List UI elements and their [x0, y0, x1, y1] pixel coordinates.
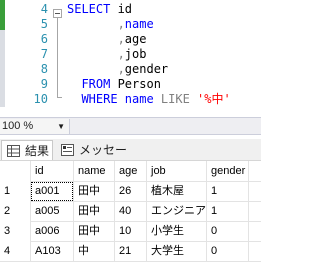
code-token: , — [67, 47, 125, 61]
grid-line — [248, 161, 249, 261]
code-token: , — [67, 32, 125, 46]
code-token: LIKE — [160, 92, 198, 106]
column-header-gender[interactable]: gender — [207, 161, 248, 181]
table-cell[interactable]: 植木屋 — [147, 181, 206, 201]
results-grid[interactable]: id name age job gender 1 a001 田中 26 植木屋 … — [0, 161, 261, 267]
row-number[interactable]: 1 — [0, 181, 30, 201]
code-token: , — [67, 17, 125, 31]
table-cell[interactable]: 10 — [115, 221, 146, 241]
line-number: 10 — [33, 92, 48, 106]
table-cell[interactable]: 田中 — [74, 201, 114, 221]
code-token: name — [124, 92, 161, 106]
code-token: , — [67, 62, 125, 76]
code-token: gender — [124, 62, 169, 76]
table-cell[interactable]: 中 — [74, 241, 114, 261]
fold-guide — [57, 18, 58, 98]
code-token: WHERE — [67, 92, 125, 106]
table-cell[interactable]: 26 — [115, 181, 146, 201]
code-line[interactable]: ,age — [67, 32, 147, 46]
selected-cell-outline — [31, 182, 73, 201]
table-cell[interactable]: 田中 — [74, 181, 114, 201]
line-number: 6 — [40, 32, 48, 46]
column-header-job[interactable]: job — [147, 161, 206, 181]
tab-results-label: 結果 — [25, 144, 50, 158]
line-number: 9 — [40, 77, 48, 91]
code-token: SELECT — [67, 2, 118, 16]
table-cell[interactable]: 田中 — [74, 221, 114, 241]
fold-guide-end — [57, 97, 62, 98]
code-line[interactable]: ,name — [67, 17, 154, 31]
row-number[interactable]: 4 — [0, 241, 30, 261]
collapse-icon[interactable] — [53, 9, 62, 18]
code-line[interactable]: FROM Person — [67, 77, 161, 91]
table-cell[interactable]: 40 — [115, 201, 146, 221]
editor-status-bar: 100 % ▼ — [0, 117, 261, 135]
table-cell[interactable]: 0 — [207, 221, 248, 241]
tab-messages[interactable]: メッセージ — [56, 140, 138, 177]
zoom-dropdown[interactable]: 100 % ▼ — [0, 119, 70, 134]
sql-editor[interactable]: 4 5 6 7 8 9 10 SELECT id ,name ,age ,job… — [0, 0, 261, 107]
grid-icon — [7, 145, 20, 157]
row-number[interactable]: 2 — [0, 201, 30, 221]
code-token: name — [124, 17, 154, 31]
table-cell[interactable]: 21 — [115, 241, 146, 261]
table-cell[interactable]: 小学生 — [147, 221, 206, 241]
line-number: 8 — [40, 62, 48, 76]
column-header-name[interactable]: name — [74, 161, 114, 181]
table-cell[interactable]: a006 — [31, 221, 73, 241]
table-cell[interactable]: a005 — [31, 201, 73, 221]
grid-line — [0, 261, 261, 262]
message-icon — [61, 144, 74, 156]
table-cell[interactable]: 1 — [207, 181, 248, 201]
code-token: '%中' — [197, 92, 231, 106]
code-token: FROM — [67, 77, 118, 91]
line-number: 7 — [40, 47, 48, 61]
table-cell[interactable]: 大学生 — [147, 241, 206, 261]
row-number[interactable]: 3 — [0, 221, 30, 241]
zoom-value: 100 % — [2, 120, 34, 132]
code-line[interactable]: SELECT id — [67, 2, 132, 16]
chevron-down-icon: ▼ — [57, 122, 65, 131]
table-cell[interactable]: エンジニア — [147, 201, 206, 221]
code-token: age — [124, 32, 147, 46]
results-tab-strip: 結果 メッセージ — [0, 139, 261, 177]
line-number: 5 — [40, 17, 48, 31]
column-header-age[interactable]: age — [115, 161, 146, 181]
code-token: Person — [117, 77, 161, 91]
column-header-id[interactable]: id — [31, 161, 73, 181]
code-line[interactable]: WHERE name LIKE '%中' — [67, 92, 231, 106]
line-number: 4 — [40, 2, 48, 16]
code-line[interactable]: ,job — [67, 47, 147, 61]
code-line[interactable]: ,gender — [67, 62, 169, 76]
table-cell[interactable]: 1 — [207, 201, 248, 221]
code-token: job — [124, 47, 147, 61]
table-cell[interactable]: A103 — [31, 241, 73, 261]
tab-results[interactable]: 結果 — [1, 140, 53, 160]
code-token: id — [117, 2, 133, 16]
table-cell[interactable]: 0 — [207, 241, 248, 261]
